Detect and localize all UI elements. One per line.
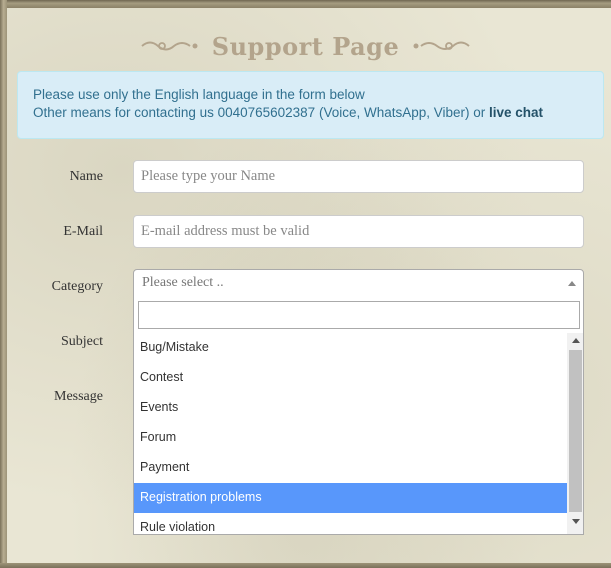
contact-info-text: Other means for contacting us 0040765602…: [33, 105, 490, 120]
scroll-up-arrow-icon[interactable]: [572, 338, 580, 343]
page-background: Support Page Please use only the English…: [0, 0, 611, 568]
frame-top-border: [0, 0, 611, 8]
category-option[interactable]: Forum: [134, 423, 567, 453]
live-chat-link[interactable]: live chat: [489, 105, 543, 120]
name-input[interactable]: [133, 160, 584, 193]
category-select[interactable]: Please select ..: [133, 269, 584, 297]
scrollbar-thumb[interactable]: [569, 350, 582, 512]
category-option[interactable]: Rule violation: [134, 513, 567, 534]
scroll-down-arrow-icon[interactable]: [572, 519, 580, 524]
page-header: Support Page: [0, 26, 611, 66]
name-label: Name: [69, 169, 103, 184]
category-label: Category: [51, 279, 103, 294]
left-ornament-icon: [141, 41, 198, 51]
right-ornament-icon: [413, 41, 470, 50]
category-option-highlighted[interactable]: Registration problems: [134, 483, 567, 513]
email-input[interactable]: [133, 215, 584, 248]
info-notice: Please use only the English language in …: [17, 71, 604, 139]
email-label: E-Mail: [63, 224, 103, 239]
category-options-list: Bug/Mistake Contest Events Forum Payment…: [134, 333, 567, 534]
category-option[interactable]: Payment: [134, 453, 567, 483]
frame-bottom-border: [0, 563, 611, 568]
category-search-input[interactable]: [138, 301, 580, 329]
category-option[interactable]: Bug/Mistake: [134, 333, 567, 363]
chevron-up-icon: [568, 281, 576, 286]
notice-line-1: Please use only the English language in …: [33, 87, 365, 102]
notice-line-2: Other means for contacting us 0040765602…: [33, 104, 603, 122]
page-title: Support Page: [211, 31, 400, 61]
category-selected-value: Please select ..: [142, 275, 224, 290]
category-option[interactable]: Contest: [134, 363, 567, 393]
dropdown-scrollbar[interactable]: [567, 333, 583, 534]
category-option[interactable]: Events: [134, 393, 567, 423]
message-label: Message: [54, 389, 103, 404]
subject-label: Subject: [61, 334, 103, 349]
category-dropdown: Bug/Mistake Contest Events Forum Payment…: [133, 296, 584, 535]
